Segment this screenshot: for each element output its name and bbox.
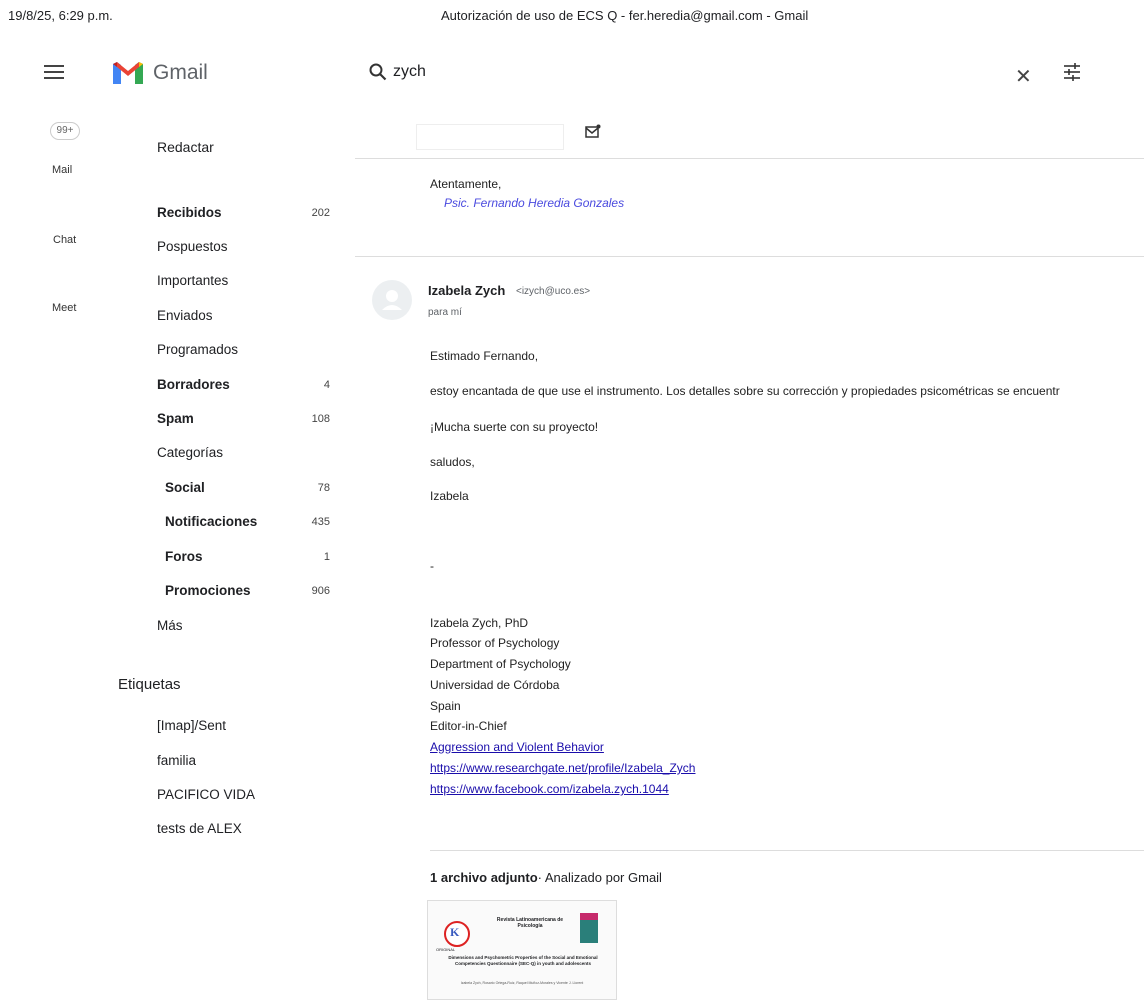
label-pacifico-vida[interactable]: PACIFICO VIDA xyxy=(157,787,255,802)
rail-mail[interactable]: Mail xyxy=(52,164,72,176)
nav-promotions[interactable]: Promociones xyxy=(165,583,251,598)
sender-email: <izych@uco.es> xyxy=(516,286,591,297)
message-paragraph: estoy encantada de que use el instrument… xyxy=(430,384,1060,398)
label-imap-sent[interactable]: [Imap]/Sent xyxy=(157,718,226,733)
toolbar-divider xyxy=(355,158,1144,159)
search-input[interactable]: zych xyxy=(393,63,426,81)
message-greeting: Estimado Fernando, xyxy=(430,349,539,363)
inbox-count: 202 xyxy=(311,207,330,219)
signature-line: Izabela Zych, PhD xyxy=(430,616,529,630)
facebook-link[interactable]: https://www.facebook.com/izabela.zych.10… xyxy=(430,782,669,796)
message-signoff: Izabela xyxy=(430,489,469,503)
attachment-thumbnail[interactable]: K Revista Latinoamericana de Psicología … xyxy=(427,900,617,1000)
journal-cover-icon xyxy=(580,913,598,943)
nav-snoozed[interactable]: Pospuestos xyxy=(157,239,228,254)
nav-inbox[interactable]: Recibidos xyxy=(157,205,222,220)
nav-scheduled[interactable]: Programados xyxy=(157,342,238,357)
journal-logo-icon: K xyxy=(444,921,470,947)
mail-unread-badge: 99+ xyxy=(50,122,80,140)
attachments-header: 1 archivo adjunto· Analizado por Gmail xyxy=(430,870,662,885)
sender-avatar[interactable] xyxy=(372,280,412,320)
nav-more[interactable]: Más xyxy=(157,618,183,633)
attachment-scan-label: Analizado por Gmail xyxy=(544,870,662,885)
mark-unread-icon[interactable] xyxy=(585,124,601,145)
rail-meet[interactable]: Meet xyxy=(52,302,76,314)
label-familia[interactable]: familia xyxy=(157,753,196,768)
signature-line: Professor of Psychology xyxy=(430,636,560,650)
researchgate-link[interactable]: https://www.researchgate.net/profile/Iza… xyxy=(430,761,695,775)
signature-line: Universidad de Córdoba xyxy=(430,678,560,692)
message-wish: ¡Mucha suerte con su proyecto! xyxy=(430,420,599,434)
gmail-m-icon xyxy=(113,62,143,84)
nav-drafts[interactable]: Borradores xyxy=(157,377,230,392)
sender-name[interactable]: Izabela Zych xyxy=(428,283,505,298)
spam-count: 108 xyxy=(311,413,330,425)
nav-social[interactable]: Social xyxy=(165,480,205,495)
rail-chat[interactable]: Chat xyxy=(53,234,76,246)
drafts-count: 4 xyxy=(323,379,330,391)
nav-categories[interactable]: Categorías xyxy=(157,445,223,460)
clear-search-icon[interactable]: ✕ xyxy=(1015,64,1032,89)
nav-spam[interactable]: Spam xyxy=(157,411,194,426)
promotions-count: 906 xyxy=(311,585,330,597)
message-divider xyxy=(355,256,1144,257)
signature-line: Department of Psychology xyxy=(430,657,571,671)
recipient-details[interactable]: para mí xyxy=(428,307,462,318)
gmail-logo-text: Gmail xyxy=(153,61,208,84)
thumb-journal-name: Revista Latinoamericana de Psicología xyxy=(496,917,564,929)
nav-forums[interactable]: Foros xyxy=(165,549,203,564)
labels-title: Etiquetas xyxy=(118,676,181,693)
nav-sent[interactable]: Enviados xyxy=(157,308,213,323)
thumb-authors: Izabela Zych, Rosario Ortega-Ruiz, Raque… xyxy=(460,981,584,985)
nav-updates[interactable]: Notificaciones xyxy=(165,514,257,529)
attachments-divider xyxy=(430,850,1144,851)
gmail-logo[interactable]: Gmail xyxy=(111,60,208,86)
message-saludos: saludos, xyxy=(430,455,475,469)
signature-line: Editor-in-Chief xyxy=(430,719,507,733)
thumb-section: ORIGINAL xyxy=(436,947,456,952)
forums-count: 1 xyxy=(323,551,330,563)
nav-important[interactable]: Importantes xyxy=(157,273,228,288)
print-title: Autorización de uso de ECS Q - fer.hered… xyxy=(441,8,809,23)
label-tests-de-alex[interactable]: tests de ALEX xyxy=(157,821,242,836)
search-icon[interactable] xyxy=(369,63,387,86)
thumb-paper-title: Dimensions and Psychometric Properties o… xyxy=(448,955,598,966)
social-count: 78 xyxy=(317,482,330,494)
compose-button[interactable]: Redactar xyxy=(157,139,214,155)
attachment-count: 1 archivo adjunto xyxy=(430,870,538,885)
print-datetime: 19/8/25, 6:29 p.m. xyxy=(8,8,113,23)
signature-dash: - xyxy=(430,559,434,573)
previous-closing: Atentamente, xyxy=(430,177,502,191)
search-options-icon[interactable] xyxy=(1062,62,1082,87)
updates-count: 435 xyxy=(311,516,330,528)
journal-link[interactable]: Aggression and Violent Behavior xyxy=(430,740,604,754)
previous-signature: Psic. Fernando Heredia Gonzales xyxy=(444,196,625,210)
message-toolbar xyxy=(416,124,564,150)
main-menu-icon[interactable] xyxy=(44,62,64,82)
signature-line: Spain xyxy=(430,699,461,713)
